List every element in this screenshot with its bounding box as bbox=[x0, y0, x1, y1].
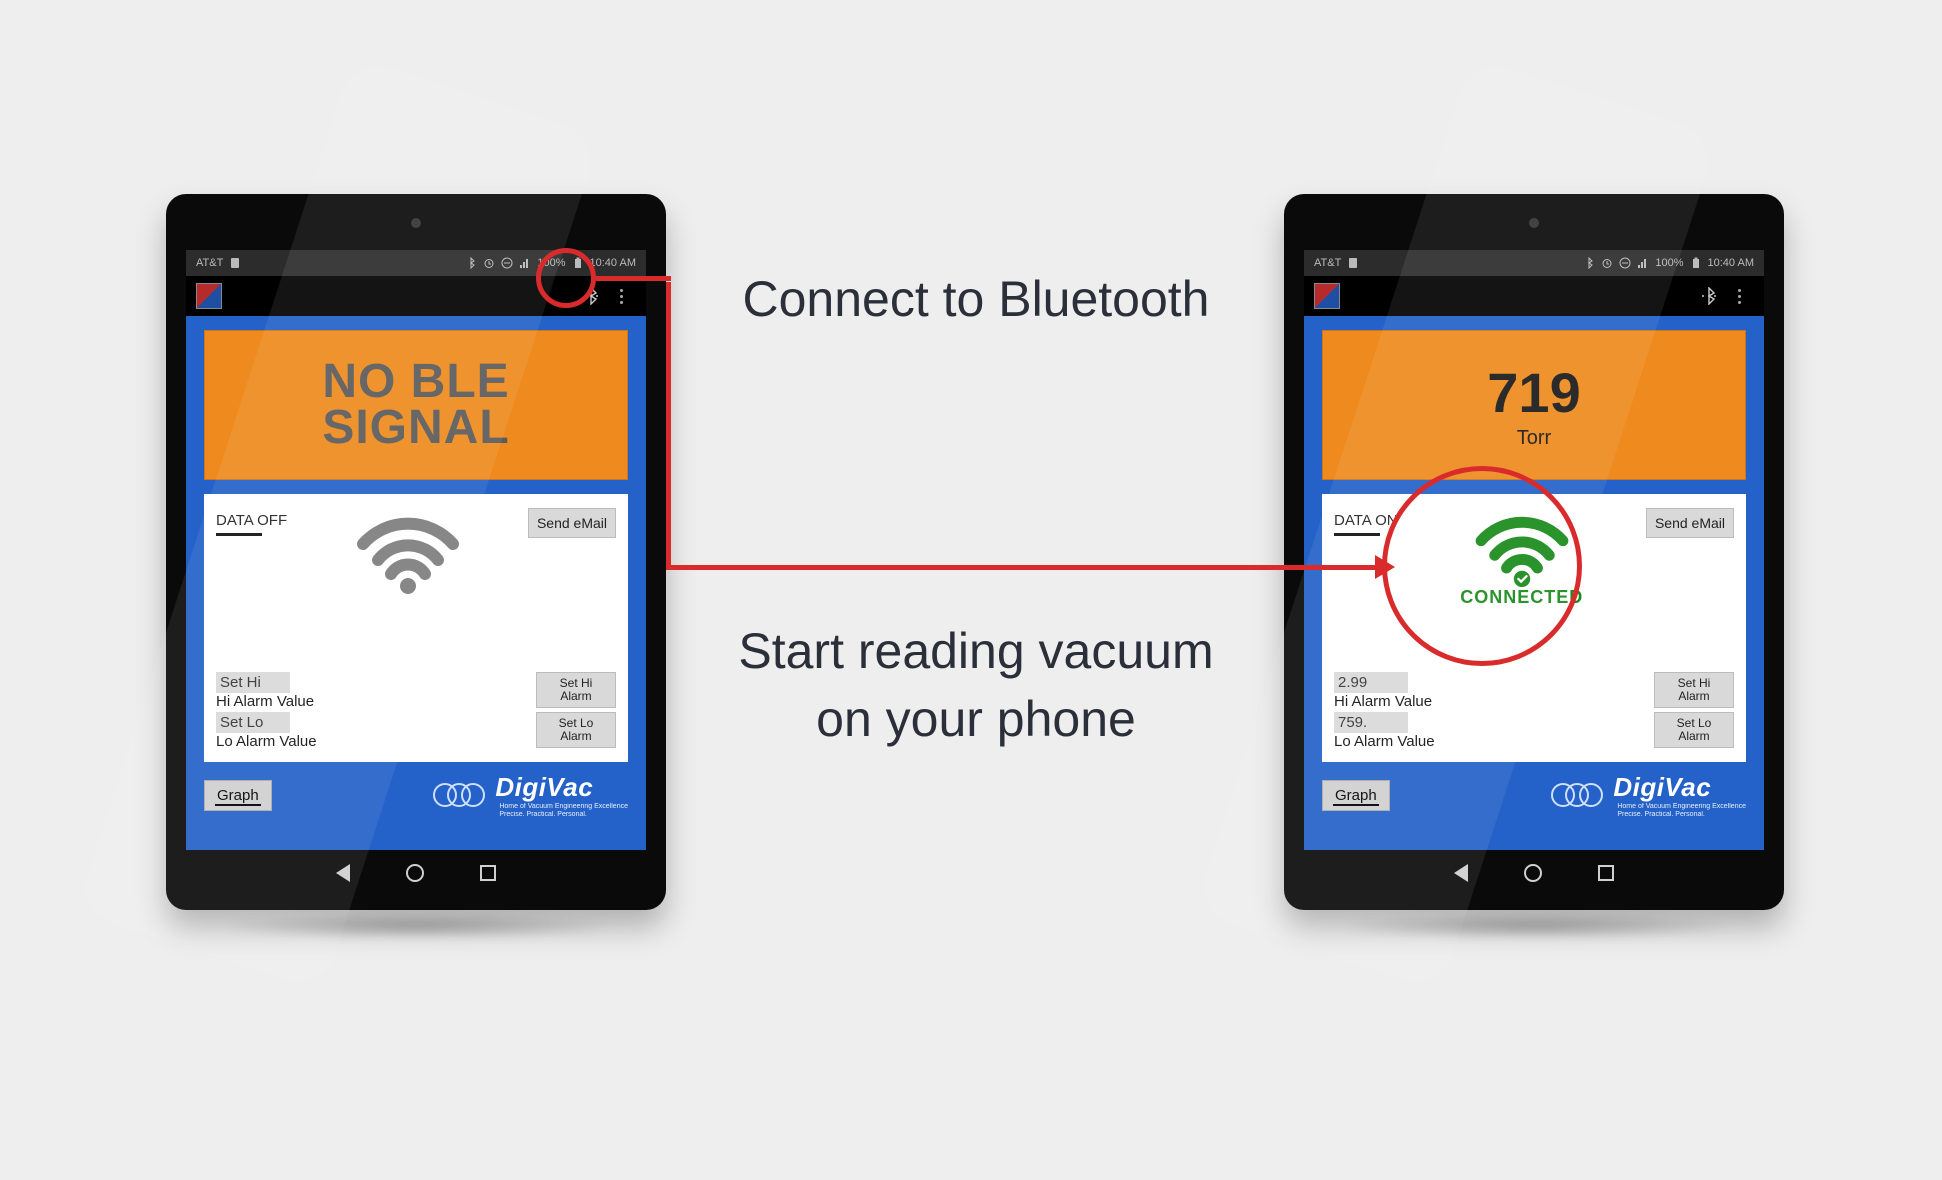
caption-connect: Connect to Bluetooth bbox=[711, 266, 1241, 334]
reading-unit: Torr bbox=[1517, 427, 1551, 450]
android-navbar bbox=[1304, 854, 1764, 892]
more-vert-icon bbox=[620, 289, 623, 304]
carrier-label: AT&T bbox=[1314, 257, 1341, 269]
lo-alarm-caption: Lo Alarm Value bbox=[216, 733, 522, 750]
send-email-button[interactable]: Send eMail bbox=[1646, 508, 1734, 538]
hi-alarm-input[interactable]: Set Hi bbox=[216, 672, 290, 693]
hi-alarm-caption: Hi Alarm Value bbox=[1334, 693, 1640, 710]
app-body: NO BLE SIGNAL DATA OFF bbox=[186, 316, 646, 850]
caption-start: Start reading vacuum on your phone bbox=[711, 618, 1241, 753]
android-navbar bbox=[186, 854, 646, 892]
connection-status: CONNECTED bbox=[1398, 508, 1646, 608]
nav-home-button[interactable] bbox=[406, 864, 424, 882]
app-logo-icon bbox=[196, 283, 222, 309]
callout-arrow bbox=[666, 565, 1380, 570]
wifi-connected-icon bbox=[1467, 508, 1577, 593]
battery-label: 100% bbox=[1655, 257, 1683, 269]
bluetooth-connect-button[interactable] bbox=[576, 281, 606, 311]
nav-home-button[interactable] bbox=[1524, 864, 1542, 882]
reading-display: NO BLE SIGNAL bbox=[204, 330, 628, 480]
signal-icon bbox=[1637, 257, 1649, 269]
android-statusbar: AT&T 100% 10:40 AM bbox=[186, 250, 646, 276]
reading-value: 719 bbox=[1487, 360, 1580, 425]
graph-button[interactable]: Graph bbox=[1322, 780, 1390, 811]
nav-back-button[interactable] bbox=[336, 864, 350, 882]
battery-label: 100% bbox=[537, 257, 565, 269]
brand-logo: DigiVac Home of Vacuum Engineering Excel… bbox=[433, 772, 628, 818]
android-statusbar: AT&T 100% 10:40 AM bbox=[1304, 250, 1764, 276]
bluetooth-status-icon bbox=[1583, 257, 1595, 269]
app-logo-icon bbox=[1314, 283, 1340, 309]
graph-button[interactable]: Graph bbox=[204, 780, 272, 811]
set-hi-alarm-button[interactable]: Set Hi Alarm bbox=[1654, 672, 1734, 708]
brand-tagline2: Precise. Practical. Personal. bbox=[1617, 811, 1746, 819]
lo-alarm-input[interactable]: Set Lo bbox=[216, 712, 290, 733]
overflow-menu-button[interactable] bbox=[606, 281, 636, 311]
dnd-status-icon bbox=[501, 257, 513, 269]
control-panel: DATA OFF Send eMail bbox=[204, 494, 628, 762]
clock-label: 10:40 AM bbox=[1708, 257, 1754, 269]
rings-icon bbox=[1551, 781, 1605, 809]
wifi-icon bbox=[353, 508, 463, 601]
data-toggle-label: DATA OFF bbox=[216, 512, 287, 529]
connection-status bbox=[287, 508, 528, 601]
app-footer: Graph DigiVac Home of Vacuum Engineering… bbox=[1322, 772, 1746, 818]
brand-name: DigiVac bbox=[1613, 772, 1746, 803]
set-lo-alarm-button[interactable]: Set Lo Alarm bbox=[536, 712, 616, 748]
set-hi-alarm-button[interactable]: Set Hi Alarm bbox=[536, 672, 616, 708]
overflow-menu-button[interactable] bbox=[1724, 281, 1754, 311]
brand-tagline2: Precise. Practical. Personal. bbox=[499, 811, 628, 819]
app-titlebar bbox=[186, 276, 646, 316]
signal-icon bbox=[519, 257, 531, 269]
rings-icon bbox=[433, 781, 487, 809]
tablet-before: AT&T 100% 10:40 AM bbox=[166, 194, 666, 910]
brand-tagline1: Home of Vacuum Engineering Excellence bbox=[499, 803, 628, 811]
nav-back-button[interactable] bbox=[1454, 864, 1468, 882]
sim-icon bbox=[229, 257, 241, 269]
display-line1: NO BLE bbox=[322, 359, 509, 405]
app-footer: Graph DigiVac Home of Vacuum Engineering… bbox=[204, 772, 628, 818]
battery-icon bbox=[1690, 257, 1702, 269]
reading-display: 719 Torr bbox=[1322, 330, 1746, 480]
alarm-status-icon bbox=[1601, 257, 1613, 269]
alarm-status-icon bbox=[483, 257, 495, 269]
bluetooth-connect-button[interactable] bbox=[1694, 281, 1724, 311]
display-line2: SIGNAL bbox=[322, 405, 509, 451]
data-toggle[interactable]: DATA OFF bbox=[216, 508, 287, 540]
brand-tagline1: Home of Vacuum Engineering Excellence bbox=[1617, 803, 1746, 811]
data-toggle[interactable]: DATA ON bbox=[1334, 508, 1398, 540]
lo-alarm-input[interactable]: 759. bbox=[1334, 712, 1408, 733]
control-panel: DATA ON CONNECTED Sen bbox=[1322, 494, 1746, 762]
bluetooth-status-icon bbox=[465, 257, 477, 269]
app-titlebar bbox=[1304, 276, 1764, 316]
hi-alarm-caption: Hi Alarm Value bbox=[216, 693, 522, 710]
lo-alarm-caption: Lo Alarm Value bbox=[1334, 733, 1640, 750]
set-lo-alarm-button[interactable]: Set Lo Alarm bbox=[1654, 712, 1734, 748]
brand-name: DigiVac bbox=[495, 772, 628, 803]
tablet-after: AT&T 100% 10:40 AM bbox=[1284, 194, 1784, 910]
tablet-camera bbox=[411, 218, 421, 228]
more-vert-icon bbox=[1738, 289, 1741, 304]
callout-arrow bbox=[666, 282, 671, 570]
battery-icon bbox=[572, 257, 584, 269]
sim-icon bbox=[1347, 257, 1359, 269]
dnd-status-icon bbox=[1619, 257, 1631, 269]
hi-alarm-input[interactable]: 2.99 bbox=[1334, 672, 1408, 693]
carrier-label: AT&T bbox=[196, 257, 223, 269]
data-toggle-label: DATA ON bbox=[1334, 512, 1398, 529]
send-email-button[interactable]: Send eMail bbox=[528, 508, 616, 538]
brand-logo: DigiVac Home of Vacuum Engineering Excel… bbox=[1551, 772, 1746, 818]
app-body: 719 Torr DATA ON bbox=[1304, 316, 1764, 850]
clock-label: 10:40 AM bbox=[590, 257, 636, 269]
connected-label: CONNECTED bbox=[1460, 587, 1583, 608]
tablet-camera bbox=[1529, 218, 1539, 228]
nav-recent-button[interactable] bbox=[480, 865, 496, 881]
nav-recent-button[interactable] bbox=[1598, 865, 1614, 881]
